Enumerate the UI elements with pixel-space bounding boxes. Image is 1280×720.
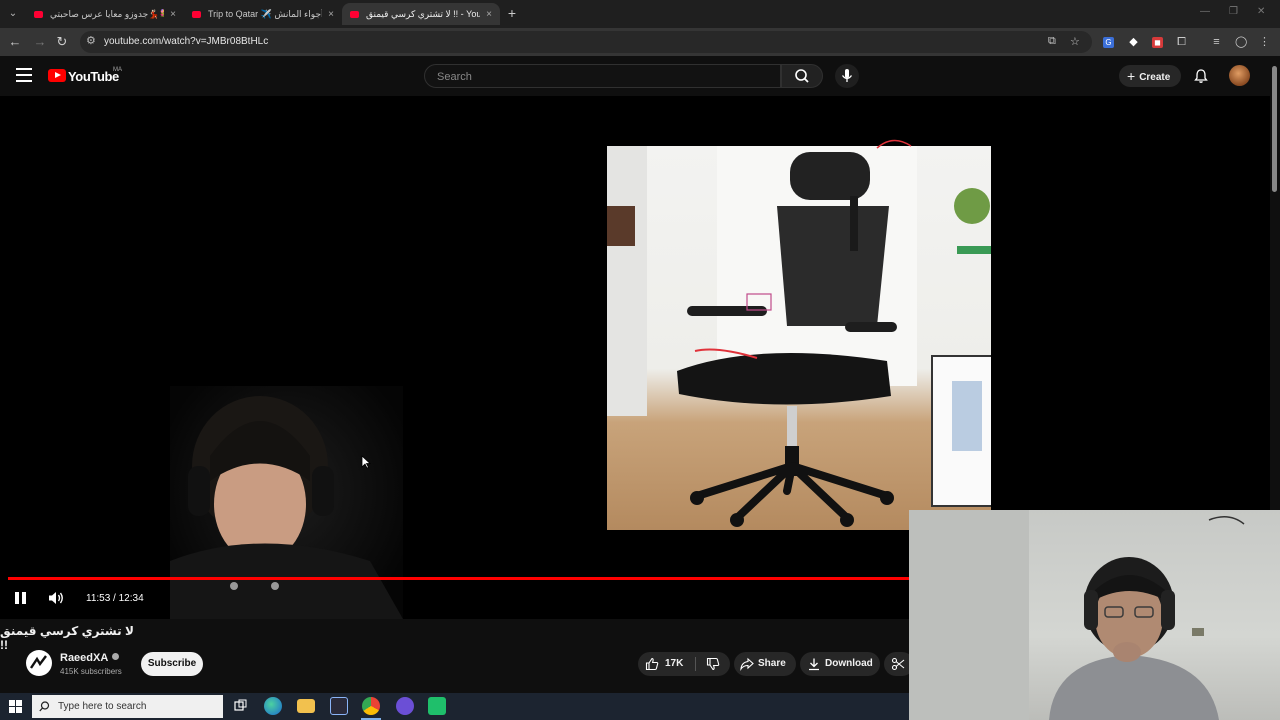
like-button[interactable]: 17K	[638, 652, 694, 676]
red-annotation-mark	[876, 139, 912, 149]
minimize-icon[interactable]: —	[1200, 6, 1210, 17]
notifications-bell-icon[interactable]	[1193, 68, 1209, 84]
back-button[interactable]: ←	[6, 33, 24, 51]
search-button[interactable]	[781, 64, 823, 88]
search-box[interactable]	[424, 64, 781, 88]
file-explorer-icon[interactable]	[297, 699, 315, 713]
browser-tab-active[interactable]: لا تشتري كرسي قيمنق !! - YouTube ×	[342, 3, 500, 25]
task-view-icon[interactable]	[231, 697, 249, 715]
media-controls-icon[interactable]: ≡	[1211, 37, 1222, 48]
youtube-logo-icon[interactable]	[48, 69, 66, 82]
voice-search-button[interactable]	[835, 64, 859, 88]
volume-button[interactable]	[47, 589, 65, 612]
download-icon	[809, 658, 819, 671]
tab-title: لا تشتري كرسي قيمنق !! - YouTube	[366, 8, 481, 19]
extension-red-icon[interactable]: ◼	[1152, 37, 1163, 48]
dislike-button[interactable]	[696, 652, 730, 676]
browser-tab-wedding[interactable]: جدوزو معايا عرس صاحبتي💃🏻💐 ×	[26, 3, 184, 25]
menu-hamburger-icon[interactable]	[16, 68, 32, 82]
webcam-person	[909, 510, 1245, 720]
gaming-chair-illustration	[607, 146, 991, 527]
plus-icon: +	[1127, 68, 1136, 84]
browser-tab-qatar[interactable]: Trip to Qatar ✈️ أجواء المانش ×	[184, 3, 342, 25]
chrome-browser-icon[interactable]	[362, 697, 380, 715]
taskbar-search-box[interactable]	[32, 695, 223, 718]
browser-toolbar: ← → ↻ ⚙ youtube.com/watch?v=JMBr08BtHLc …	[0, 28, 1280, 56]
search-input[interactable]	[435, 70, 769, 84]
share-arrow-icon	[740, 657, 754, 671]
bookmark-star-icon[interactable]: ☆	[1070, 35, 1080, 48]
browser-tab-strip: ⌄ جدوزو معايا عرس صاحبتي💃🏻💐 × Trip to Qa…	[0, 0, 1280, 28]
windows-start-icon[interactable]	[9, 700, 22, 713]
account-avatar[interactable]	[1229, 65, 1250, 86]
video-frame-chair-image	[607, 146, 991, 530]
profile-icon[interactable]: ◯	[1235, 37, 1247, 48]
pause-button[interactable]	[13, 589, 29, 612]
video-title: لا تشتري كرسي قيمنق !!	[0, 624, 134, 652]
edge-browser-icon[interactable]	[264, 697, 282, 715]
youtube-favicon-icon	[34, 10, 43, 18]
streamer-facecam	[170, 386, 403, 619]
channel-name[interactable]: RaeedXA	[60, 652, 120, 664]
share-button[interactable]: Share	[734, 652, 796, 676]
tab-search-chevron-icon[interactable]: ⌄	[5, 6, 21, 22]
search-icon	[795, 69, 809, 83]
create-button[interactable]: + Create	[1119, 65, 1181, 87]
download-label: Download	[825, 658, 873, 669]
taskbar-search-input[interactable]	[56, 700, 220, 713]
like-count: 17K	[665, 658, 684, 669]
restore-icon[interactable]: ❐	[1229, 6, 1238, 17]
url-text[interactable]: youtube.com/watch?v=JMBr08BtHLc	[104, 36, 268, 47]
create-label: Create	[1139, 72, 1171, 83]
extensions-puzzle-icon[interactable]: ⧠	[1176, 37, 1187, 48]
taskbar-search-icon	[39, 701, 50, 712]
tab-close-icon[interactable]: ×	[486, 9, 492, 20]
close-window-icon[interactable]: ✕	[1257, 6, 1265, 17]
green-app-icon[interactable]	[428, 697, 446, 715]
translate-extension-icon[interactable]: G	[1103, 37, 1114, 48]
discord-app-icon[interactable]	[396, 697, 414, 715]
reload-button[interactable]: ↻	[53, 33, 71, 51]
pause-icon	[15, 592, 26, 604]
tab-close-icon[interactable]: ×	[328, 9, 334, 20]
country-code: MA	[113, 67, 122, 73]
address-bar[interactable]: ⚙ youtube.com/watch?v=JMBr08BtHLc ⧉ ☆	[80, 31, 1092, 53]
thumbs-down-icon	[706, 657, 720, 671]
tab-title: Trip to Qatar ✈️ أجواء المانش	[208, 8, 323, 19]
youtube-logo-text[interactable]: YouTube	[68, 69, 119, 84]
time-display: 11:53 / 12:34	[86, 593, 144, 604]
page-scrollbar-thumb[interactable]	[1272, 66, 1277, 192]
browser-menu-icon[interactable]: ⋮	[1259, 37, 1270, 48]
youtube-favicon-icon	[350, 10, 359, 18]
extension-diamond-icon[interactable]: ◆	[1128, 37, 1139, 48]
channel-logo-icon	[27, 651, 51, 675]
install-app-icon[interactable]: ⧉	[1048, 35, 1056, 48]
webcam-overlay	[909, 510, 1280, 720]
microphone-icon	[841, 69, 853, 82]
verified-badge-icon	[112, 653, 120, 660]
site-info-icon[interactable]: ⚙	[86, 34, 96, 47]
channel-avatar[interactable]	[26, 650, 52, 676]
share-label: Share	[758, 658, 786, 669]
volume-icon	[49, 592, 63, 604]
scissors-icon	[891, 657, 905, 671]
forward-button[interactable]: →	[31, 33, 49, 51]
streamer-silhouette	[170, 396, 403, 619]
download-button[interactable]: Download	[800, 652, 880, 676]
new-tab-button[interactable]: +	[504, 4, 520, 22]
like-dislike-group: 17K	[638, 652, 730, 676]
mouse-cursor-icon	[361, 455, 372, 474]
microsoft-store-icon[interactable]	[330, 697, 348, 715]
tab-close-icon[interactable]: ×	[170, 9, 176, 20]
subscribe-button[interactable]: Subscribe	[141, 652, 203, 676]
youtube-masthead: YouTube MA +Create	[0, 56, 1280, 96]
subscriber-count: 415K subscribers	[60, 667, 122, 676]
channel-name-text[interactable]: RaeedXA	[60, 652, 108, 664]
youtube-favicon-icon	[192, 10, 201, 18]
thumbs-up-icon	[645, 657, 659, 671]
windows-taskbar	[0, 693, 909, 720]
tab-title: جدوزو معايا عرس صاحبتي💃🏻💐	[50, 8, 164, 19]
